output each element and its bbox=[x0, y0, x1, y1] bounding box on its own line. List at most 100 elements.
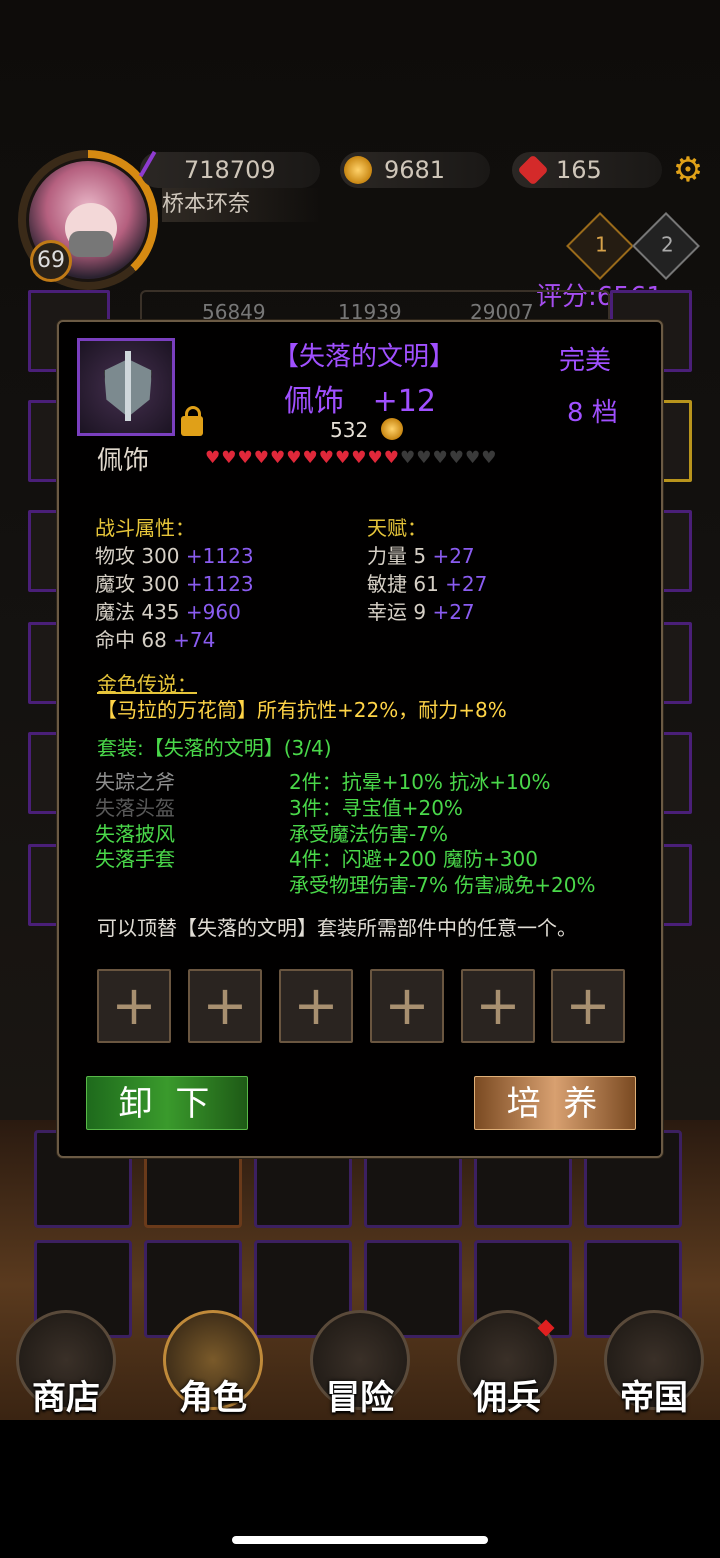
nav-adventure[interactable]: 冒险 bbox=[304, 1310, 416, 1422]
stat-label: 魔攻 300 bbox=[95, 572, 180, 596]
red-gem-value: 165 bbox=[556, 156, 602, 184]
plus-icon: + bbox=[202, 974, 248, 1037]
sword-icon bbox=[125, 351, 131, 421]
heart-empty-icon: ♥ bbox=[465, 448, 482, 468]
combat-stats-title: 战斗属性： bbox=[95, 516, 195, 540]
talent-title: 天赋： bbox=[367, 516, 427, 540]
nav-label: 角色 bbox=[179, 1378, 247, 1418]
gem-socket[interactable]: + bbox=[370, 969, 444, 1043]
gold-coin-icon bbox=[381, 418, 403, 440]
heart-filled-icon: ♥ bbox=[351, 448, 368, 468]
talent-stat: 力量 5 +27 bbox=[367, 540, 475, 569]
stat-bonus: +960 bbox=[185, 600, 241, 624]
item-quality: 完美 bbox=[559, 346, 612, 376]
item-title: 佩饰 +12 bbox=[284, 376, 436, 420]
combat-stat: 魔攻 300 +1123 bbox=[95, 568, 254, 597]
heart-empty-icon: ♥ bbox=[448, 448, 465, 468]
item-icon bbox=[77, 338, 175, 436]
heart-filled-icon: ♥ bbox=[383, 448, 400, 468]
player-level: 69 bbox=[30, 240, 72, 282]
red-gem-counter[interactable]: 165 bbox=[512, 152, 662, 188]
star-rating: ♥♥♥♥♥♥♥♥♥♥♥♥♥♥♥♥♥♥ bbox=[205, 448, 498, 468]
stat-bonus: +27 bbox=[432, 544, 475, 568]
nav-label: 帝国 bbox=[620, 1378, 688, 1418]
item-grade: 8 档 bbox=[567, 398, 618, 428]
nav-shop[interactable]: 商店 bbox=[10, 1310, 122, 1422]
combat-stat: 魔法 435 +960 bbox=[95, 596, 241, 625]
stat-bonus: +1123 bbox=[185, 544, 254, 568]
set-part: 失落手套 bbox=[95, 847, 175, 871]
heart-empty-icon: ♥ bbox=[481, 448, 498, 468]
legend-title: 金色传说： bbox=[97, 672, 197, 696]
heart-filled-icon: ♥ bbox=[205, 448, 222, 468]
combat-stat: 命中 68 +74 bbox=[95, 624, 215, 653]
purple-crystal-counter[interactable]: 718709 bbox=[138, 150, 320, 190]
nav-label: 商店 bbox=[32, 1378, 100, 1418]
heart-empty-icon: ♥ bbox=[432, 448, 449, 468]
set-bonus: 3件：寻宝值+20% bbox=[289, 796, 463, 820]
nav-label: 佣兵 bbox=[473, 1378, 541, 1418]
purple-crystal-value: 718709 bbox=[184, 156, 276, 184]
item-detail-popup: 佩饰 【失落的文明】 佩饰 +12 532 完美 8 档 ♥♥♥♥♥♥♥♥♥♥♥… bbox=[57, 320, 663, 1158]
nav-label: 冒险 bbox=[326, 1378, 394, 1418]
heart-filled-icon: ♥ bbox=[221, 448, 238, 468]
heart-filled-icon: ♥ bbox=[253, 448, 270, 468]
gem-socket[interactable]: + bbox=[551, 969, 625, 1043]
talent-stat: 敏捷 61 +27 bbox=[367, 568, 487, 597]
gem-socket[interactable]: + bbox=[97, 969, 171, 1043]
set-part: 失落头盔 bbox=[95, 796, 175, 820]
heart-filled-icon: ♥ bbox=[302, 448, 319, 468]
stat-label: 魔法 435 bbox=[95, 600, 180, 624]
lock-icon[interactable] bbox=[181, 406, 203, 436]
stat-label: 物攻 300 bbox=[95, 544, 180, 568]
heart-filled-icon: ♥ bbox=[286, 448, 303, 468]
plus-icon: + bbox=[111, 974, 157, 1037]
set-title: 套装:【失落的文明】(3/4) bbox=[97, 736, 332, 760]
nav-character[interactable]: 角色 bbox=[157, 1310, 269, 1422]
heart-filled-icon: ♥ bbox=[270, 448, 287, 468]
plus-icon: + bbox=[293, 974, 339, 1037]
gem-socket[interactable]: + bbox=[279, 969, 353, 1043]
home-indicator[interactable] bbox=[232, 1536, 488, 1544]
item-type: 佩饰 bbox=[97, 446, 150, 476]
stat-bonus: +74 bbox=[173, 628, 216, 652]
plus-icon: + bbox=[384, 974, 430, 1037]
stat-label: 敏捷 61 bbox=[367, 572, 439, 596]
set-bonus: 承受物理伤害-7% 伤害减免+20% bbox=[289, 873, 596, 897]
gem-socket[interactable]: + bbox=[188, 969, 262, 1043]
stat-bonus: +27 bbox=[432, 600, 475, 624]
heart-filled-icon: ♥ bbox=[237, 448, 254, 468]
gold-coin-icon bbox=[344, 156, 372, 184]
set-bonus: 2件：抗晕+10% 抗冰+10% bbox=[289, 770, 551, 794]
rank-badge-label: 2 bbox=[661, 232, 674, 257]
heart-filled-icon: ♥ bbox=[318, 448, 335, 468]
gold-coin-counter[interactable]: 9681 bbox=[340, 152, 490, 188]
avatar-mask bbox=[69, 231, 113, 257]
train-button[interactable]: 培 养 bbox=[474, 1076, 636, 1130]
combat-stat: 物攻 300 +1123 bbox=[95, 540, 254, 569]
heart-empty-icon: ♥ bbox=[416, 448, 433, 468]
heart-filled-icon: ♥ bbox=[367, 448, 384, 468]
plus-icon: + bbox=[475, 974, 521, 1037]
item-name: 佩饰 bbox=[284, 384, 344, 419]
heart-empty-icon: ♥ bbox=[400, 448, 417, 468]
stat-label: 幸运 9 bbox=[367, 600, 427, 624]
heart-filled-icon: ♥ bbox=[335, 448, 352, 468]
legend-effect: 【马拉的万花筒】所有抗性+22%，耐力+8% bbox=[97, 698, 507, 722]
stat-label: 力量 5 bbox=[367, 544, 427, 568]
red-gem-icon bbox=[517, 154, 549, 186]
substitute-note: 可以顶替【失落的文明】套装所需部件中的任意一个。 bbox=[97, 916, 577, 940]
item-price: 532 bbox=[330, 418, 369, 442]
rank-badge-label: 1 bbox=[595, 232, 608, 257]
talent-stat: 幸运 9 +27 bbox=[367, 596, 475, 625]
nav-empire[interactable]: 帝国 bbox=[598, 1310, 710, 1422]
player-name: 桥本环奈 bbox=[162, 188, 322, 222]
stat-bonus: +27 bbox=[445, 572, 488, 596]
gem-socket[interactable]: + bbox=[461, 969, 535, 1043]
gold-coin-value: 9681 bbox=[384, 156, 446, 184]
item-enhance-level: +12 bbox=[372, 384, 436, 419]
stat-bonus: +1123 bbox=[185, 572, 254, 596]
unequip-button[interactable]: 卸 下 bbox=[86, 1076, 248, 1130]
gear-icon[interactable]: ⚙ bbox=[670, 152, 706, 188]
set-bonus: 4件：闪避+200 魔防+300 bbox=[289, 847, 538, 871]
